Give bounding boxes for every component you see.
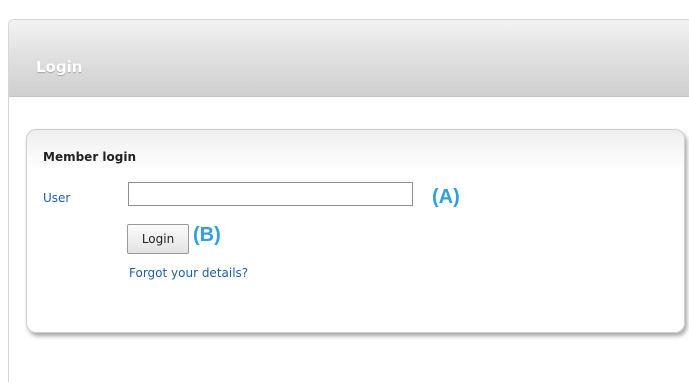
login-panel: Login Member login User (A) Login (B) Fo…	[8, 19, 689, 382]
page-title: Login	[36, 58, 83, 76]
forgot-details-link[interactable]: Forgot your details?	[129, 266, 248, 280]
member-login-box: Member login User (A) Login (B) Forgot y…	[26, 129, 685, 333]
annotation-a: (A)	[432, 186, 460, 208]
login-button[interactable]: Login	[127, 224, 189, 254]
user-input[interactable]	[128, 182, 413, 206]
user-label: User	[43, 191, 71, 205]
panel-header: Login	[9, 20, 689, 97]
member-login-title: Member login	[43, 150, 137, 164]
annotation-b: (B)	[193, 224, 221, 246]
